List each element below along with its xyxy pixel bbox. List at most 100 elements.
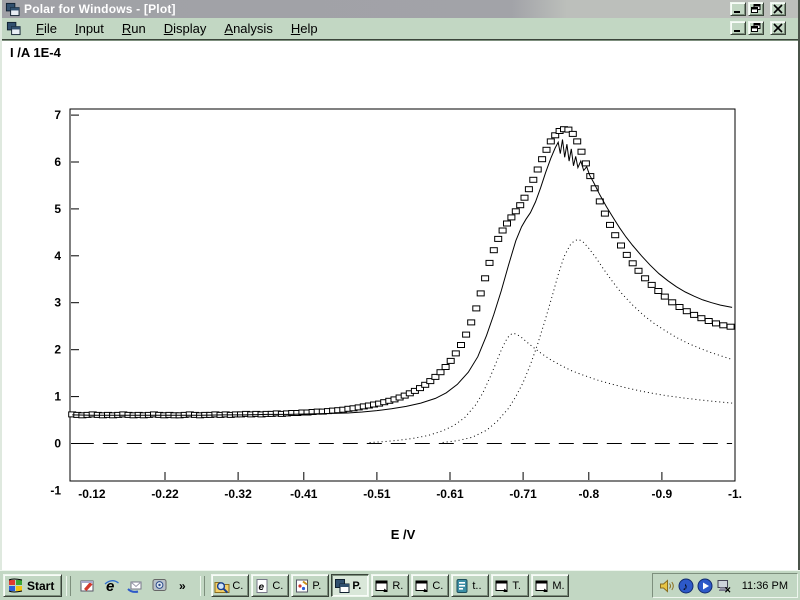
task-button-label: P. xyxy=(352,580,361,592)
document-window-icon xyxy=(494,578,510,594)
taskbar-grip[interactable] xyxy=(200,576,205,596)
task-button-strip: C. e C. P. P. R. C. t.. T. M. xyxy=(211,574,569,597)
x-tick-label: -0.8 xyxy=(578,487,599,501)
quick-launch-bar: e» xyxy=(75,577,196,594)
tray-icons: ♪× xyxy=(659,578,735,594)
x-tick-label: -1. xyxy=(728,487,742,501)
teal-doc-icon xyxy=(454,578,470,594)
windows-logo-icon xyxy=(7,577,24,594)
y-tick-label: 5 xyxy=(54,202,61,216)
mdi-window-controls xyxy=(730,21,786,35)
y-tick-label: 2 xyxy=(54,343,61,357)
desktop: Polar for Windows - [Plot] FileInputRunD… xyxy=(0,0,800,600)
menu-item-display[interactable]: Display xyxy=(155,19,216,39)
task-button-2[interactable]: e C. xyxy=(251,574,289,597)
ie-page-icon: e xyxy=(254,578,270,594)
task-button-8[interactable]: T. xyxy=(491,574,529,597)
polar-window-icon xyxy=(334,578,350,594)
svg-text:×: × xyxy=(724,584,730,594)
menu-item-file[interactable]: File xyxy=(27,19,66,39)
network-offline-icon[interactable]: × xyxy=(716,578,732,594)
internet-explorer-icon[interactable]: e xyxy=(103,577,120,594)
y-tick-label: 0 xyxy=(54,437,61,451)
overflow-chevron-icon[interactable]: » xyxy=(175,577,192,594)
task-button-9[interactable]: M. xyxy=(531,574,569,597)
x-tick-label: -0.32 xyxy=(224,487,252,501)
task-button-label: M. xyxy=(552,580,564,592)
x-tick-label: -0.12 xyxy=(78,487,106,501)
document-window-icon[interactable] xyxy=(6,21,21,36)
x-tick-label: -0.9 xyxy=(652,487,673,501)
task-button-label: C. xyxy=(232,580,243,592)
plot-area: I /A 1E-4 7 6 5 4 3 2 1 0 -1 -0.12 -0.22 -0.32 -0.41 -… xyxy=(2,41,798,569)
svg-text:♪: ♪ xyxy=(682,581,688,593)
series-fitted-curve xyxy=(72,140,732,416)
y-tick-label: 1 xyxy=(54,390,61,404)
x-tick-label: -0.22 xyxy=(151,487,179,501)
x-tick-label: -0.41 xyxy=(290,487,318,501)
taskbar-clock[interactable]: 11:36 PM xyxy=(742,580,788,592)
document-window-icon xyxy=(414,578,430,594)
taskbar: Start e» C.eC.P.P.R.C.t..T.M. ♪× 11:36 P… xyxy=(0,570,800,600)
taskbar-grip[interactable] xyxy=(66,576,71,596)
plot-box xyxy=(70,109,735,481)
y-tick-label: -1 xyxy=(50,483,61,497)
plot-client-area: I /A 1E-4 7 6 5 4 3 2 1 0 -1 -0.12 -0.22 -0.32 -0.41 -… xyxy=(2,40,798,571)
app-window: Polar for Windows - [Plot] FileInputRunD… xyxy=(0,0,800,570)
y-tick-label: 4 xyxy=(54,249,61,263)
series-experimental-points xyxy=(69,127,734,418)
menu-item-run[interactable]: Run xyxy=(113,19,155,39)
media-viewer-icon[interactable] xyxy=(151,577,168,594)
app-icon[interactable] xyxy=(5,2,20,17)
y-tick-label: 7 xyxy=(54,108,61,122)
mdi-minimize-button[interactable] xyxy=(730,21,746,35)
task-button-4[interactable]: P. xyxy=(331,574,369,597)
show-desktop-icon[interactable] xyxy=(79,577,96,594)
task-button-3[interactable]: P. xyxy=(291,574,329,597)
y-tick-label: 6 xyxy=(54,155,61,169)
document-window-icon xyxy=(374,578,390,594)
restore-button[interactable] xyxy=(748,2,764,16)
mdi-restore-button[interactable] xyxy=(748,21,764,35)
task-button-label: P. xyxy=(312,580,321,592)
menu-item-help[interactable]: Help xyxy=(282,19,327,39)
task-button-1[interactable]: C. xyxy=(211,574,249,597)
menu-item-input[interactable]: Input xyxy=(66,19,113,39)
volume-icon[interactable] xyxy=(659,578,675,594)
task-button-6[interactable]: C. xyxy=(411,574,449,597)
document-window-icon xyxy=(534,578,550,594)
media-play-icon[interactable] xyxy=(697,578,713,594)
paint-doc-icon xyxy=(294,578,310,594)
y-tick-label: 3 xyxy=(54,296,61,310)
menu-list: FileInputRunDisplayAnalysisHelp xyxy=(27,19,327,39)
mdi-close-button[interactable] xyxy=(770,21,786,35)
close-button[interactable] xyxy=(770,2,786,16)
menu-item-analysis[interactable]: Analysis xyxy=(215,19,281,39)
minimize-button[interactable] xyxy=(730,2,746,16)
x-tick-label: -0.51 xyxy=(363,487,391,501)
x-tick-label: -0.71 xyxy=(509,487,537,501)
series-component-peak-2 xyxy=(443,239,732,442)
task-button-label: T. xyxy=(512,580,521,592)
system-tray: ♪× 11:36 PM xyxy=(652,573,798,598)
svg-text:e: e xyxy=(259,582,265,593)
title-bar: Polar for Windows - [Plot] xyxy=(2,0,798,18)
svg-text:»: » xyxy=(179,579,186,593)
x-tick-label: -0.61 xyxy=(436,487,464,501)
window-controls xyxy=(730,2,786,16)
task-button-7[interactable]: t.. xyxy=(451,574,489,597)
task-button-5[interactable]: R. xyxy=(371,574,409,597)
window-title: Polar for Windows - [Plot] xyxy=(24,2,176,16)
menu-bar: FileInputRunDisplayAnalysisHelp xyxy=(2,18,798,40)
task-button-label: C. xyxy=(272,580,283,592)
task-button-label: R. xyxy=(392,580,403,592)
start-label: Start xyxy=(27,579,54,593)
start-button[interactable]: Start xyxy=(3,574,62,597)
search-folder-icon xyxy=(214,578,230,594)
x-axis-title: E /V xyxy=(391,527,416,542)
outlook-express-icon[interactable] xyxy=(127,577,144,594)
media-note-icon[interactable]: ♪ xyxy=(678,578,694,594)
task-button-label: C. xyxy=(432,580,443,592)
y-axis-title: I /A 1E-4 xyxy=(10,45,62,60)
task-button-label: t.. xyxy=(472,580,481,592)
